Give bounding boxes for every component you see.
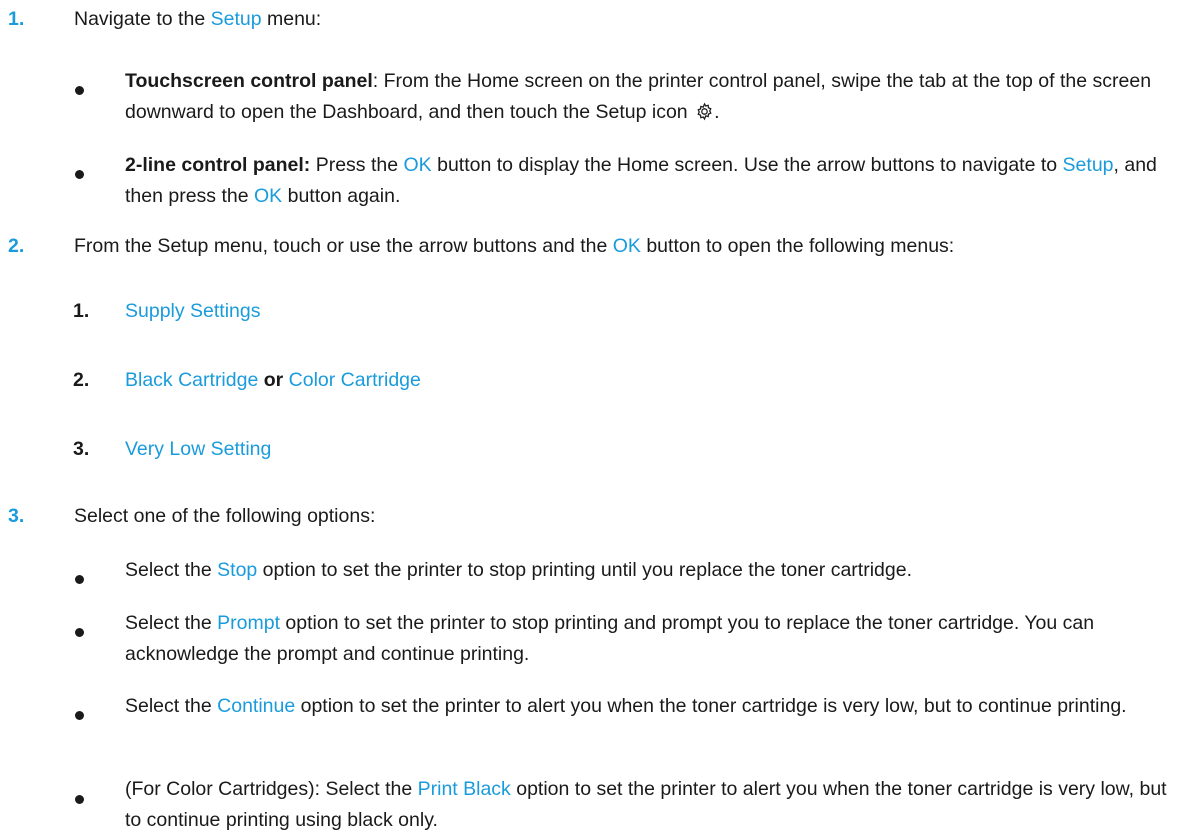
step-text: Navigate to the Setup menu: [74,8,322,30]
bullet-dot [75,575,84,584]
step-number: 2. [8,235,25,257]
bullet-text: 2-line control panel: Press the OK butto… [125,154,1157,207]
bullet-text: Select the Prompt option to set the prin… [125,612,1095,665]
step-text: Select one of the following options: [74,505,376,527]
substep-number: 1. [73,300,90,322]
substep-number: 2. [73,369,90,391]
ui-term: Setup [210,8,262,30]
ui-term: Setup [1062,154,1114,176]
ui-term: Supply Settings [125,300,261,322]
ui-term: Continue [217,695,296,717]
ui-term: OK [403,154,432,176]
step-number: 1. [8,8,25,30]
ui-term: OK [612,235,641,257]
ui-term: Prompt [217,612,280,634]
ui-term: Color Cartridge [288,369,421,391]
bullet-dot [75,795,84,804]
bullet-text: (For Color Cartridges): Select the Print… [125,778,1167,831]
ui-term: OK [254,185,283,207]
gear-icon [697,102,712,121]
step-number: 3. [8,505,25,527]
substep-number: 3. [73,438,90,460]
bullet-dot [75,170,84,179]
bullet-dot [75,86,84,95]
bullet-dot [75,711,84,720]
bullet-text: Select the Continue option to set the pr… [125,695,1127,717]
ui-term: Very Low Setting [125,438,272,460]
substep-text: Black Cartridge or Color Cartridge [125,369,421,391]
step-text: From the Setup menu, touch or use the ar… [74,235,955,257]
ui-term: Print Black [417,778,511,800]
ui-term: Black Cartridge [125,369,259,391]
bullet-text: Select the Stop option to set the printe… [125,559,912,581]
ui-term: Stop [217,559,258,581]
bullet-text: Touchscreen control panel: From the Home… [125,70,1152,123]
bullet-dot [75,628,84,637]
